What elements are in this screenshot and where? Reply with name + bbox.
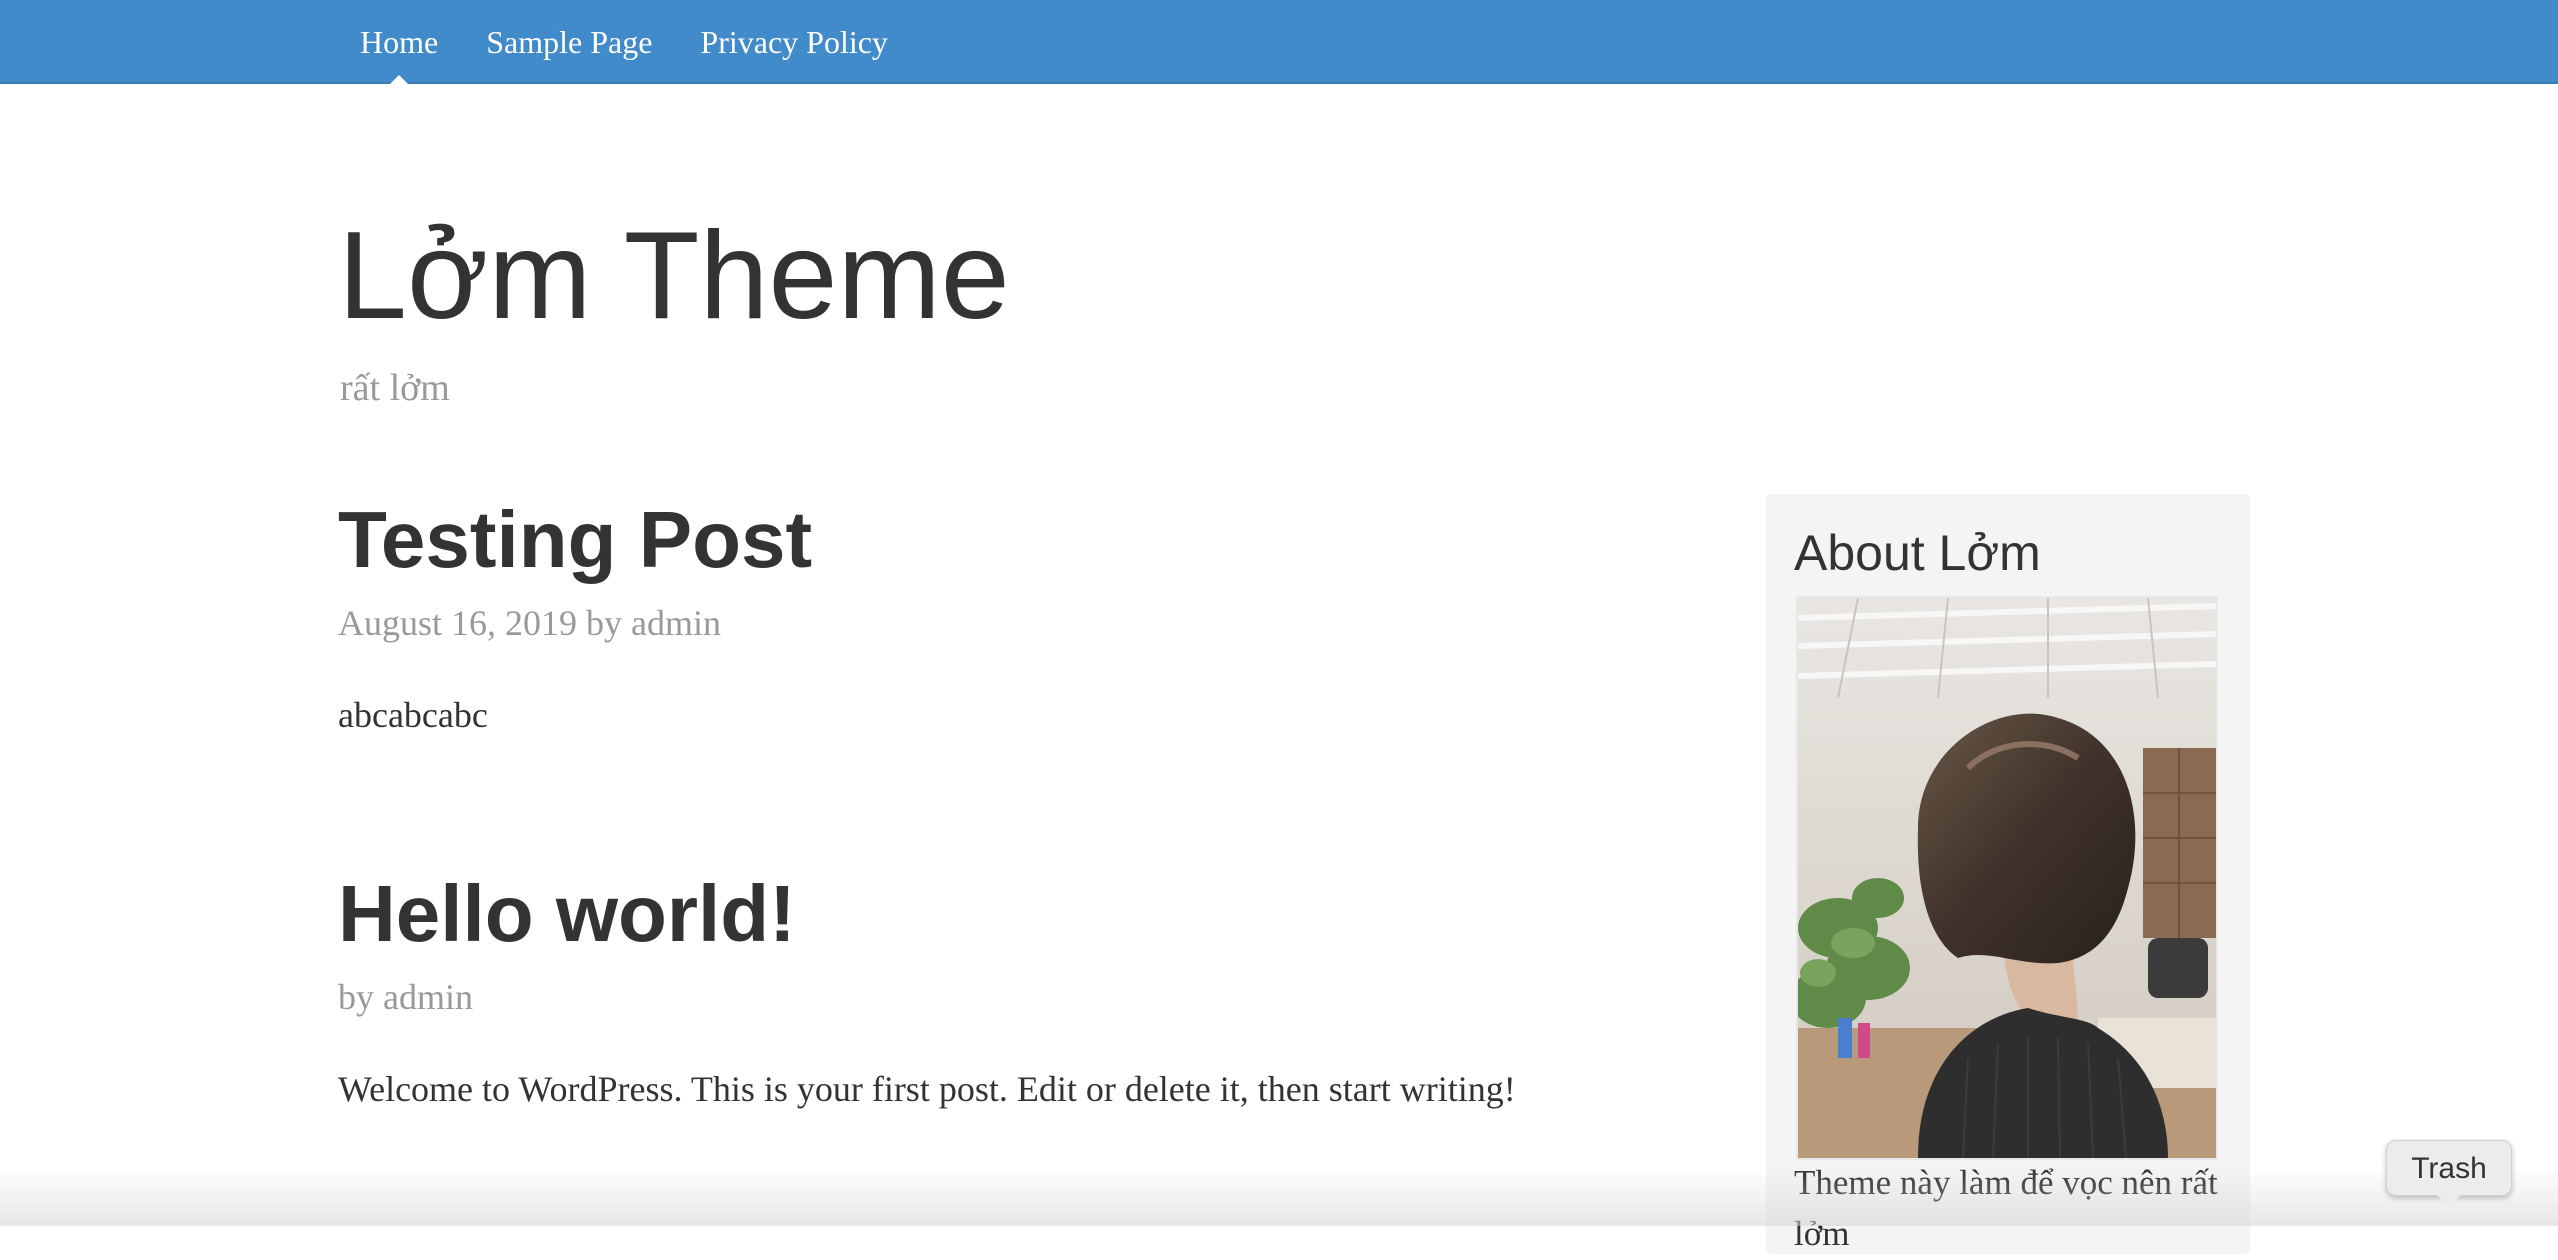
nav-item-home[interactable]: Home: [336, 0, 462, 86]
dock-tooltip: Trash: [2386, 1140, 2512, 1208]
tooltip-pointer-icon: [2437, 1195, 2461, 1208]
nav-item-label: Sample Page: [486, 24, 653, 60]
post-meta: August 16, 2019 by admin: [338, 602, 1688, 644]
nav-item-sample-page[interactable]: Sample Page: [462, 0, 676, 84]
post-by-label: by: [586, 603, 623, 643]
post-title[interactable]: Hello world!: [338, 874, 1688, 954]
nav-item-label: Home: [360, 24, 439, 60]
post-by-label: by: [338, 977, 374, 1017]
profile-photo: [1796, 596, 2218, 1160]
dock-tooltip-label: Trash: [2411, 1152, 2487, 1185]
primary-menu: Home Sample Page Privacy Policy: [336, 0, 912, 86]
post-author[interactable]: admin: [383, 977, 473, 1017]
active-caret-icon: [388, 75, 411, 86]
post-meta: by admin: [338, 976, 1688, 1018]
post-author[interactable]: admin: [631, 603, 721, 643]
site-tagline: rất lởm: [340, 367, 450, 409]
post-date[interactable]: August 16, 2019: [338, 603, 577, 643]
nav-item-label: Privacy Policy: [700, 24, 888, 60]
post-title[interactable]: Testing Post: [338, 500, 1688, 580]
nav-item-privacy-policy[interactable]: Privacy Policy: [676, 0, 912, 84]
post-content: abcabcabc: [338, 695, 488, 735]
widget-description: Theme này làm để vọc nên rất lởm: [1794, 1163, 2218, 1253]
site-title[interactable]: Lởm Theme: [338, 214, 1010, 338]
top-nav-bar: Home Sample Page Privacy Policy: [0, 0, 2558, 86]
post-content: Welcome to WordPress. This is your first…: [338, 1069, 1516, 1109]
sidebar-widget: About Lởm Theme này làm để vọc nên rất l…: [1766, 494, 2250, 1254]
widget-title: About Lởm: [1794, 525, 2041, 581]
post-entry: Hello world! by admin Welcome to WordPre…: [338, 874, 1688, 1110]
post-entry: Testing Post August 16, 2019 by admin ab…: [338, 500, 1688, 736]
